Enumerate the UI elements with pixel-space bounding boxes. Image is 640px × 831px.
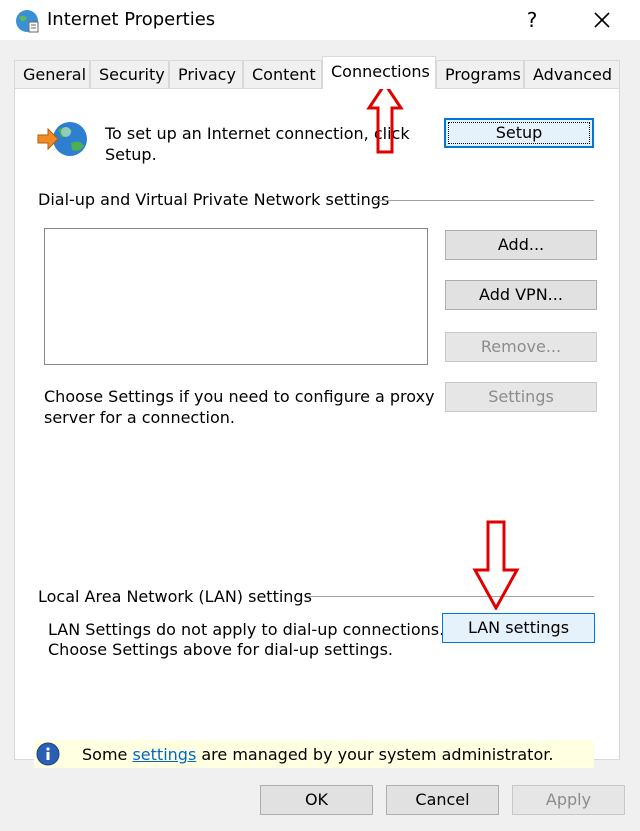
tab-advanced[interactable]: Advanced [524,60,620,88]
internet-globe-icon [16,10,39,33]
lan-text-line2: Choose Settings above for dial-up settin… [48,640,393,659]
focus-rectangle [448,122,590,144]
lan-heading: Local Area Network (LAN) settings [38,587,312,606]
proxy-help-line1: Choose Settings if you need to configure… [44,387,435,406]
lan-settings-button[interactable]: LAN settings [442,613,595,643]
info-icon [36,742,60,766]
proxy-help-line2: server for a connection. [44,408,235,427]
setup-button[interactable]: Setup [444,118,594,148]
settings-link[interactable]: settings [132,745,196,764]
cancel-button[interactable]: Cancel [386,785,499,815]
close-icon[interactable] [582,4,622,36]
remove-button[interactable]: Remove... [445,332,597,362]
dialup-separator [374,200,594,201]
dialup-heading: Dial-up and Virtual Private Network sett… [38,190,390,209]
tab-security[interactable]: Security [90,60,169,88]
red-arrow-down-icon [472,520,520,610]
info-suffix: are managed by your system administrator… [196,745,554,764]
add-button[interactable]: Add... [445,230,597,260]
tab-content[interactable]: Content [243,60,322,88]
red-arrow-up-icon [366,82,404,154]
lan-text-line1: LAN Settings do not apply to dial-up con… [48,620,445,639]
tab-connections[interactable]: Connections [322,56,436,89]
info-prefix: Some [82,745,133,764]
help-button[interactable]: ? [512,4,552,36]
tab-programs[interactable]: Programs [436,60,524,88]
apply-button[interactable]: Apply [512,785,625,815]
connection-wizard-icon [37,122,87,156]
add-vpn-button[interactable]: Add VPN... [445,280,597,310]
tab-privacy[interactable]: Privacy [169,60,243,88]
setup-text-line2: Setup. [105,145,157,164]
window-title: Internet Properties [47,9,216,30]
setup-text-line1: To set up an Internet connection, click [105,124,410,143]
tab-general[interactable]: General [14,60,90,88]
lan-separator [308,596,594,597]
info-text: Some settings are managed by your system… [82,745,553,764]
connection-list[interactable] [44,228,428,365]
settings-button[interactable]: Settings [445,382,597,412]
ok-button[interactable]: OK [260,785,373,815]
